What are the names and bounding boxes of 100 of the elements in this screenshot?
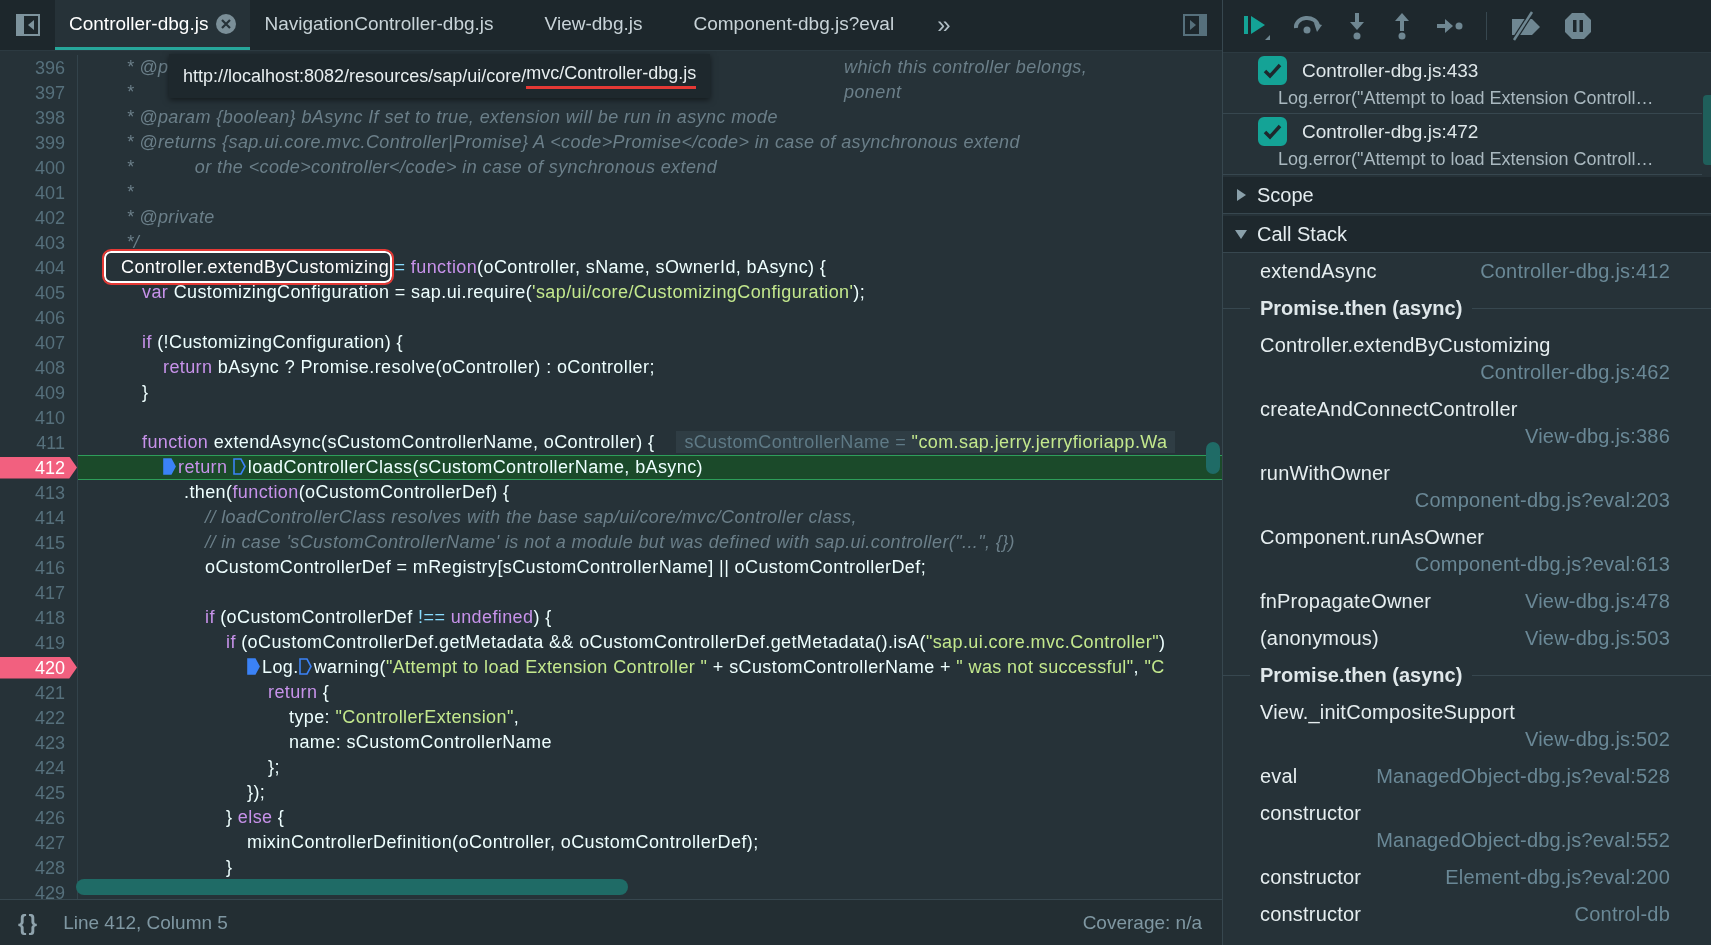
line-number: 409 bbox=[33, 381, 66, 404]
code-token: mixinControllerDefinition(oController, oCustomControllerDef); bbox=[247, 832, 759, 852]
code-token: name: sCustomControllerName bbox=[289, 732, 552, 752]
frame-name[interactable]: constructor bbox=[1260, 864, 1362, 891]
breakpoint-item[interactable]: Controller-dbg.js:433 Log.error("Attempt to load Extension Controll… bbox=[1223, 53, 1702, 114]
code-token: "C bbox=[1144, 657, 1165, 677]
code-token: bAsync ? Promise.resolve(oController) : oController; bbox=[217, 357, 655, 377]
url-tooltip: http://localhost:8082/resources/sap/ui/core/mvc/Controller-dbg.js bbox=[169, 54, 711, 98]
breakpoint-code: Log.error("Attempt to load Extension Controll… bbox=[1277, 87, 1655, 110]
code-token: { bbox=[277, 807, 285, 827]
code-token: return bbox=[163, 357, 213, 377]
code-token: oCustomControllerDef = mRegistry[sCustomControllerName] || oCustomControllerDef; bbox=[205, 557, 927, 577]
async-separator-label: Promise.then (async) bbox=[1260, 664, 1463, 687]
section-header[interactable]: Call Stack bbox=[1223, 216, 1711, 253]
line-number: 408 bbox=[33, 356, 66, 379]
circled-code: Controller.extendByCustomizing bbox=[102, 249, 395, 285]
code-token: return bbox=[268, 682, 318, 702]
code-token: var bbox=[142, 282, 169, 302]
code-token: (oController, sName, sOwnerId, bAsync) { bbox=[477, 257, 827, 277]
async-separator-label: Promise.then (async) bbox=[1260, 297, 1463, 320]
code-token: * bbox=[126, 82, 134, 102]
code-token: ponent bbox=[844, 81, 902, 104]
line-number: 423 bbox=[33, 731, 66, 754]
frame-name[interactable]: createAndConnectController bbox=[1260, 396, 1518, 423]
line-number: 406 bbox=[33, 306, 66, 329]
line-number: 426 bbox=[33, 806, 66, 829]
line-number: 399 bbox=[33, 131, 66, 154]
code-token: }); bbox=[247, 782, 266, 802]
line-number: 401 bbox=[33, 181, 66, 204]
line-number: 421 bbox=[33, 681, 66, 704]
more-tabs-button[interactable]: » bbox=[927, 0, 961, 50]
code-token: , bbox=[1133, 657, 1139, 677]
frame-name[interactable]: constructor bbox=[1260, 800, 1362, 827]
breakpoint-line-number: 420 bbox=[0, 656, 77, 679]
pretty-print-button[interactable]: {} bbox=[18, 909, 40, 936]
frame-name[interactable]: extendAsync bbox=[1260, 258, 1377, 285]
line-number: 397 bbox=[33, 81, 66, 104]
code-token: extendAsync(sCustomControllerName, oController) { bbox=[213, 432, 655, 452]
frame-name[interactable]: (anonymous) bbox=[1260, 625, 1379, 652]
frame-name[interactable]: fnPropagateOwner bbox=[1260, 588, 1432, 615]
breakpoint-location: Controller-dbg.js:433 bbox=[1302, 59, 1479, 82]
frame-name[interactable]: runWithOwner bbox=[1260, 460, 1391, 487]
code-token: ); bbox=[853, 282, 866, 302]
line-number: 428 bbox=[33, 856, 66, 879]
code-token: + sCustomControllerName + bbox=[712, 657, 951, 677]
line-number: 425 bbox=[33, 781, 66, 804]
line-number: 410 bbox=[33, 406, 66, 429]
coverage-status: Coverage: n/a bbox=[1082, 911, 1202, 934]
code-token: = bbox=[394, 257, 406, 277]
line-number: 402 bbox=[33, 206, 66, 229]
line-number: 422 bbox=[33, 706, 66, 729]
editor-tab[interactable]: Component-dbg.js?eval bbox=[679, 0, 909, 50]
line-number: 418 bbox=[33, 606, 66, 629]
code-token: if bbox=[142, 332, 152, 352]
frame-name[interactable]: eval bbox=[1260, 763, 1298, 790]
frame-name[interactable]: Controller.extendByCustomizing bbox=[1260, 332, 1551, 359]
breakpoint-location: Controller-dbg.js:472 bbox=[1302, 120, 1479, 143]
inline-value: sCustomControllerName = "com.sap.jerry.jerryfioriapp.Wa bbox=[676, 431, 1176, 453]
line-number: 403 bbox=[33, 231, 66, 254]
code-token: " was not successful" bbox=[956, 657, 1134, 677]
line-number: 398 bbox=[33, 106, 66, 129]
code-token: return bbox=[178, 457, 228, 477]
code-token: , bbox=[513, 707, 520, 727]
editor-tab[interactable]: Controller-dbg.js bbox=[55, 0, 251, 50]
code-token: 'sap/ui/core/CustomizingConfiguration' bbox=[532, 282, 854, 302]
line-number: 411 bbox=[35, 431, 66, 454]
code-token: if bbox=[226, 632, 236, 652]
code-token: if bbox=[205, 607, 215, 627]
code-token: Log. bbox=[262, 657, 299, 677]
frame-name[interactable]: constructor bbox=[1260, 901, 1362, 928]
cursor-position: Line 412, Column 5 bbox=[63, 911, 228, 934]
code-token: * @returns {sap.ui.core.mvc.Controller|Promise} A <code>Promise</code> in case of asynchronous extend bbox=[126, 132, 1020, 152]
code-token: type: bbox=[289, 707, 331, 727]
code-token: .then( bbox=[184, 482, 233, 502]
code-token: undefined bbox=[450, 607, 534, 627]
frame-name[interactable]: View._initCompositeSupport bbox=[1260, 699, 1515, 726]
section-header[interactable]: Scope bbox=[1223, 177, 1711, 214]
breakpoint-item[interactable]: Controller-dbg.js:472 Log.error("Attempt to load Extension Controll… bbox=[1223, 114, 1702, 175]
code-token: * @private bbox=[126, 207, 215, 227]
code-token: * bbox=[126, 182, 134, 202]
line-number: 413 bbox=[33, 481, 66, 504]
line-number: 404 bbox=[33, 256, 66, 279]
code-token: */ bbox=[126, 232, 140, 252]
code-token: }; bbox=[268, 757, 280, 777]
frame-location[interactable]: Control-db bbox=[1574, 901, 1670, 928]
line-number: 416 bbox=[33, 556, 66, 579]
code-token: function bbox=[232, 482, 299, 502]
code-token: * or the <code>controller</code> in case of synchronous extend bbox=[126, 157, 718, 177]
code-token: ) { bbox=[533, 607, 552, 627]
line-number: 396 bbox=[33, 56, 66, 79]
code-token: * @p bbox=[126, 57, 169, 77]
code-token: "ControllerExtension" bbox=[335, 707, 514, 727]
code-token: loadControllerClass(sCustomControllerName, bAsync) bbox=[247, 457, 703, 477]
code-token: (oCustomControllerDef) { bbox=[298, 482, 510, 502]
line-number: 400 bbox=[33, 156, 66, 179]
code-token: function bbox=[142, 432, 209, 452]
editor-tab[interactable]: View-dbg.js bbox=[530, 0, 657, 50]
code-token: ) bbox=[1158, 632, 1166, 652]
editor-tab[interactable]: NavigationController-dbg.js bbox=[250, 0, 508, 50]
frame-name[interactable]: Component.runAsOwner bbox=[1260, 524, 1485, 551]
